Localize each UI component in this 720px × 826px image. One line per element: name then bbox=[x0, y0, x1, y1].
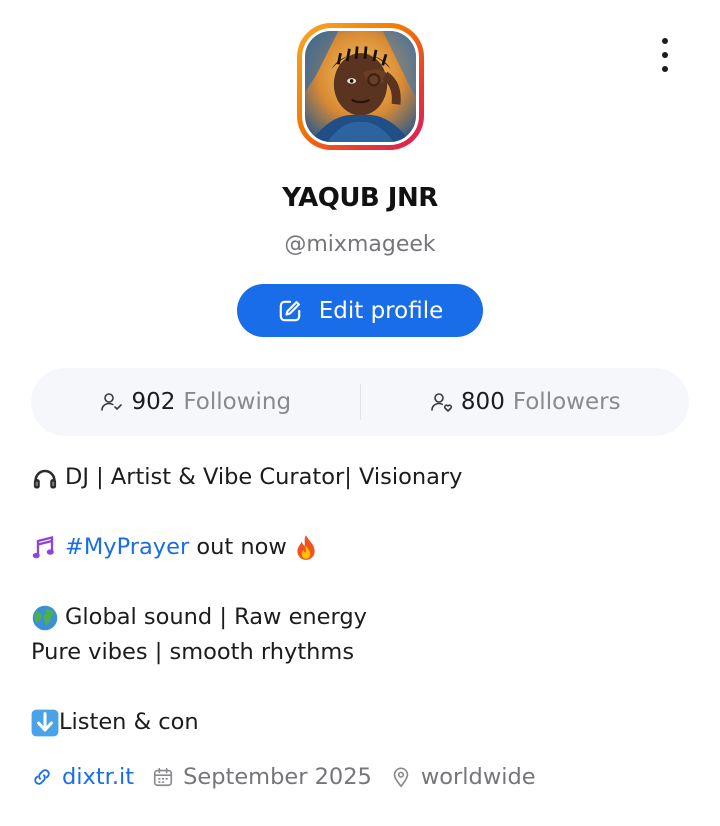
bio-gap bbox=[31, 565, 691, 600]
bio-line-3-text: Global sound | Raw energy bbox=[65, 604, 367, 630]
avatar[interactable] bbox=[297, 23, 424, 150]
username: @mixmageek bbox=[284, 232, 436, 257]
bio-line-4: Pure vibes | smooth rhythms bbox=[31, 635, 691, 670]
bio-line-1: DJ | Artist & Vibe Curator| Visionary bbox=[31, 460, 691, 495]
location-pin-icon bbox=[393, 767, 409, 788]
location-text: worldwide bbox=[420, 764, 536, 790]
edit-profile-button[interactable]: Edit profile bbox=[237, 284, 483, 337]
more-dot bbox=[662, 52, 668, 58]
link-icon bbox=[34, 769, 50, 785]
stats-bar: 902 Following 800 Followers bbox=[31, 368, 689, 436]
display-name: YAQUB JNR bbox=[282, 183, 438, 213]
followers-stat[interactable]: 800 Followers bbox=[361, 389, 690, 415]
fire-icon bbox=[297, 534, 315, 560]
music-notes-icon bbox=[32, 535, 54, 558]
down-arrow-icon bbox=[31, 709, 59, 736]
bio-gap bbox=[31, 495, 691, 530]
bio-line-4-text: Pure vibes | smooth rhythms bbox=[31, 639, 355, 665]
bio: DJ | Artist & Vibe Curator| Visionary #M… bbox=[31, 460, 691, 740]
location-item: worldwide bbox=[390, 764, 536, 790]
bio-gap bbox=[31, 670, 691, 705]
website-link[interactable]: dixtr.it bbox=[62, 764, 134, 790]
joined-item: September 2025 bbox=[152, 764, 372, 790]
avatar-frame bbox=[302, 28, 419, 145]
bio-line-1-text: DJ | Artist & Vibe Curator| Visionary bbox=[65, 464, 463, 490]
joined-date: September 2025 bbox=[183, 764, 372, 790]
profile-meta: dixtr.it September 2025 worldwide bbox=[31, 764, 554, 790]
calendar-icon bbox=[154, 767, 173, 787]
bio-line-2: #MyPrayer out now bbox=[31, 530, 691, 565]
edit-profile-label: Edit profile bbox=[318, 297, 444, 324]
more-vertical-icon bbox=[662, 38, 668, 44]
bio-line-2-text: out now bbox=[189, 534, 287, 560]
following-count: 902 bbox=[131, 389, 176, 415]
following-label: Following bbox=[183, 389, 292, 415]
more-dot bbox=[662, 66, 668, 72]
bio-line-5-text: Listen & con bbox=[59, 709, 199, 735]
bio-line-3: Global sound | Raw energy bbox=[31, 600, 691, 635]
user-check-icon bbox=[101, 393, 123, 411]
bio-line-5: Listen & con bbox=[31, 705, 691, 740]
hashtag-link[interactable]: #MyPrayer bbox=[65, 530, 189, 565]
followers-label: Followers bbox=[512, 389, 621, 415]
website-item[interactable]: dixtr.it bbox=[31, 764, 134, 790]
user-heart-icon bbox=[431, 393, 453, 412]
followers-count: 800 bbox=[460, 389, 505, 415]
edit-icon bbox=[279, 300, 301, 321]
headphones-icon bbox=[33, 469, 57, 488]
more-options-button[interactable] bbox=[650, 38, 680, 72]
globe-icon bbox=[32, 605, 58, 630]
avatar-image bbox=[305, 31, 416, 142]
following-stat[interactable]: 902 Following bbox=[31, 389, 360, 415]
